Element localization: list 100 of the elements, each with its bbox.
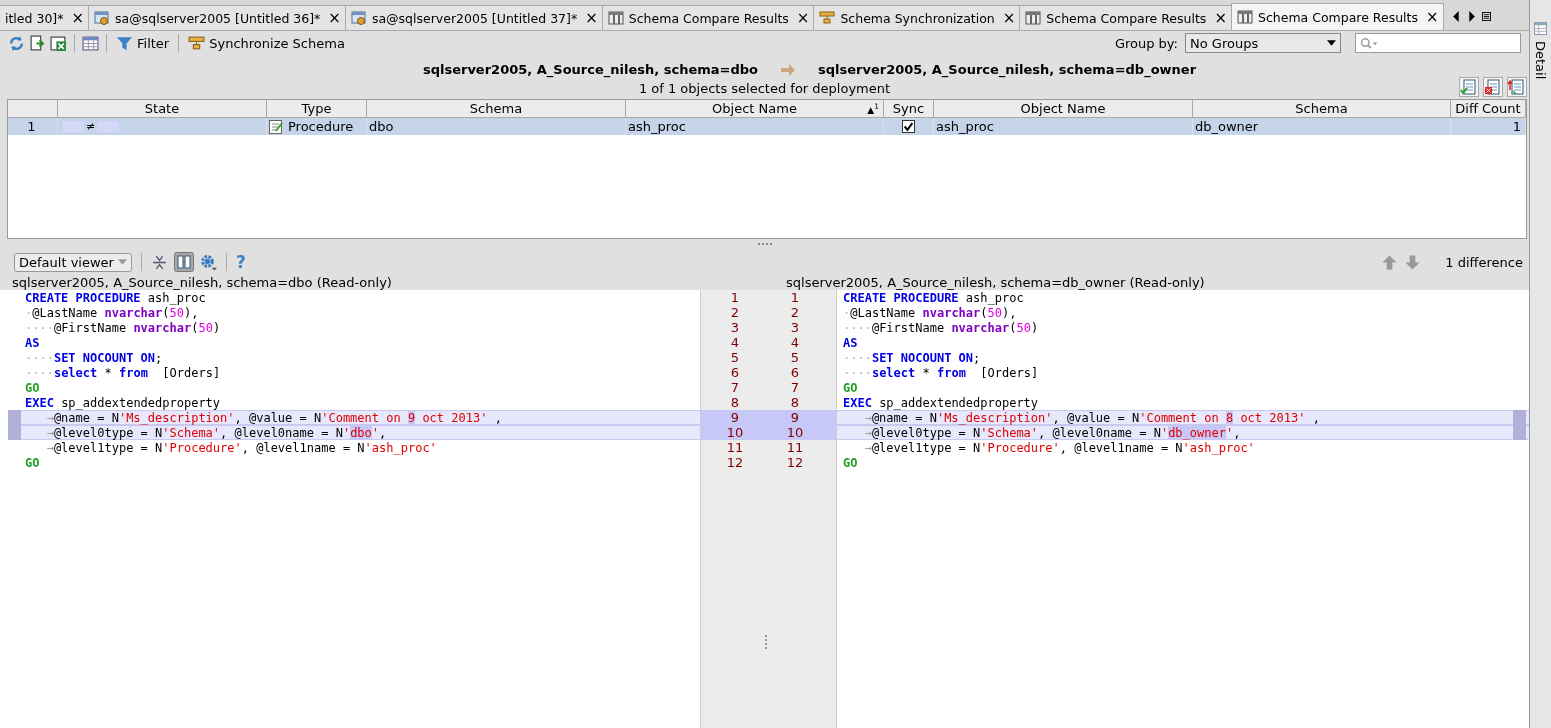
line-number: 5 [729,350,741,365]
invert-selection-icon[interactable] [1507,77,1527,97]
filter-button[interactable]: Filter [114,34,172,52]
line-number: 5 [789,350,801,365]
code-line: →@level1type = N'Procedure', @level1name = N'ash_proc' [45,440,438,455]
left-pane-title: sqlserver2005, A_Source_nilesh, schema=dbo (Read-only) [11,274,393,290]
list-icon[interactable] [1481,11,1491,22]
line-number: 11 [725,440,745,455]
columns-icon [1025,10,1042,26]
line-number: 7 [789,380,801,395]
code-line: ····select * from [Orders] [25,365,222,380]
state-cell: ≠ [86,120,96,133]
caret-icon [117,259,127,265]
table-cell: dbo [367,118,626,135]
table-cell: Procedure [288,119,354,134]
tab[interactable]: Schema Compare Results × [1230,3,1444,30]
close-icon[interactable]: × [1002,9,1016,27]
search-icon [1359,36,1379,50]
line-number: 12 [785,455,805,470]
line-number: 6 [729,365,741,380]
table-icon[interactable] [82,34,99,52]
change-marker [1513,425,1526,440]
selection-summary: 1 of 1 objects selected for deployment [638,80,891,96]
close-icon[interactable]: × [796,9,810,27]
change-marker [8,425,21,440]
export-icon[interactable] [29,34,46,52]
row-number: 1 [8,118,58,135]
deselect-all-icon[interactable] [1483,77,1503,97]
line-number: 12 [725,455,745,470]
caret-icon [1327,40,1336,46]
sync-checkbox[interactable] [902,120,915,133]
group-by-label: Group by: [1114,35,1178,51]
code-line: →@name = N'Ms_description', @value = N'Comment on 9 oct 2013' , [45,410,503,425]
code-line: →@level1type = N'Procedure', @level1name = N'ash_proc' [863,440,1256,455]
line-number: 1 [729,290,741,305]
code-line: GO [842,380,859,395]
close-icon[interactable]: × [585,9,598,27]
line-number: 3 [789,320,801,335]
sort-indicator: ▲$^{1}$ [867,102,879,115]
search-field[interactable] [1355,33,1521,53]
tab[interactable]: itled 30]* × [0,5,90,30]
line-number: 11 [785,440,805,455]
close-icon[interactable]: × [328,9,341,27]
line-number: 10 [785,425,805,440]
line-number: 6 [789,365,801,380]
right-pane-title: sqlserver2005, A_Source_nilesh, schema=db_owner (Read-only) [786,274,1205,290]
group-by-dropdown[interactable]: No Groups [1185,33,1341,53]
side-by-side-icon[interactable] [173,252,194,272]
collapse-icon[interactable] [150,253,168,271]
code-line: GO [25,380,41,395]
code-line: ····select * from [Orders] [842,365,1040,380]
settings-icon[interactable] [199,253,217,271]
line-number: 8 [789,395,801,410]
spreadsheet-icon[interactable] [50,34,67,52]
right-arrow-icon [780,62,796,77]
code-line: GO [25,455,41,470]
line-number: 2 [729,305,741,320]
synchronize-schema-button[interactable]: Synchronize Schema [186,34,347,52]
filter-icon [116,34,133,52]
close-icon[interactable]: × [71,9,85,27]
source-title: sqlserver2005, A_Source_nilesh, schema=dbo [422,62,758,77]
code-line: ····SET NOCOUNT ON; [842,350,982,365]
tab[interactable]: Schema Synchronization × [813,5,1021,30]
detail-tab[interactable]: Detail [1533,41,1548,80]
tab[interactable]: Schema Compare Results × [601,5,815,30]
column-header[interactable]: Object Name [712,101,797,116]
code-line: ·@LastName nvarchar(50), [25,305,200,320]
change-marker [1513,410,1526,425]
code-line: AS [842,335,859,350]
splitter-handle[interactable] [765,635,770,649]
viewer-dropdown[interactable]: Default viewer [14,252,132,272]
tab[interactable]: Schema Compare Results × [1019,5,1232,30]
tab[interactable]: sa@sqlserver2005 [Untitled 37]* × [344,5,603,30]
right-arrow-icon[interactable] [1466,11,1476,22]
columns-icon [607,10,624,26]
refresh-icon[interactable] [8,34,25,52]
line-number: 4 [729,335,741,350]
database-query-icon [94,10,111,26]
line-number: 10 [725,425,745,440]
splitter-handle[interactable] [757,242,772,247]
tab[interactable]: sa@sqlserver2005 [Untitled 36]* × [88,5,346,30]
code-line: ·@LastName nvarchar(50), [842,305,1018,320]
target-title: sqlserver2005, A_Source_nilesh, schema=db_owner [818,62,1197,77]
code-line: EXEC sp_addextendedproperty [842,395,1040,410]
code-line: ····@FirstName nvarchar(50) [842,320,1040,335]
table-cell: db_owner [1193,118,1451,135]
table-row[interactable]: 1 ≠ Procedure dbo ash_proc ash_proc db_owner 1 [8,118,1526,135]
line-number: 8 [729,395,741,410]
line-number: 4 [789,335,801,350]
hierarchy-icon [188,34,206,52]
select-all-icon[interactable] [1459,77,1479,97]
left-arrow-icon[interactable] [1451,11,1461,22]
table-icon[interactable] [1534,22,1547,35]
close-icon[interactable]: × [1214,9,1227,27]
table-cell: ash_proc [934,118,1193,135]
table-cell: ash_proc [626,118,884,135]
close-icon[interactable]: × [1426,8,1439,26]
line-number: 9 [789,410,801,425]
columns-icon [1236,9,1253,25]
procedure-icon [269,119,283,134]
